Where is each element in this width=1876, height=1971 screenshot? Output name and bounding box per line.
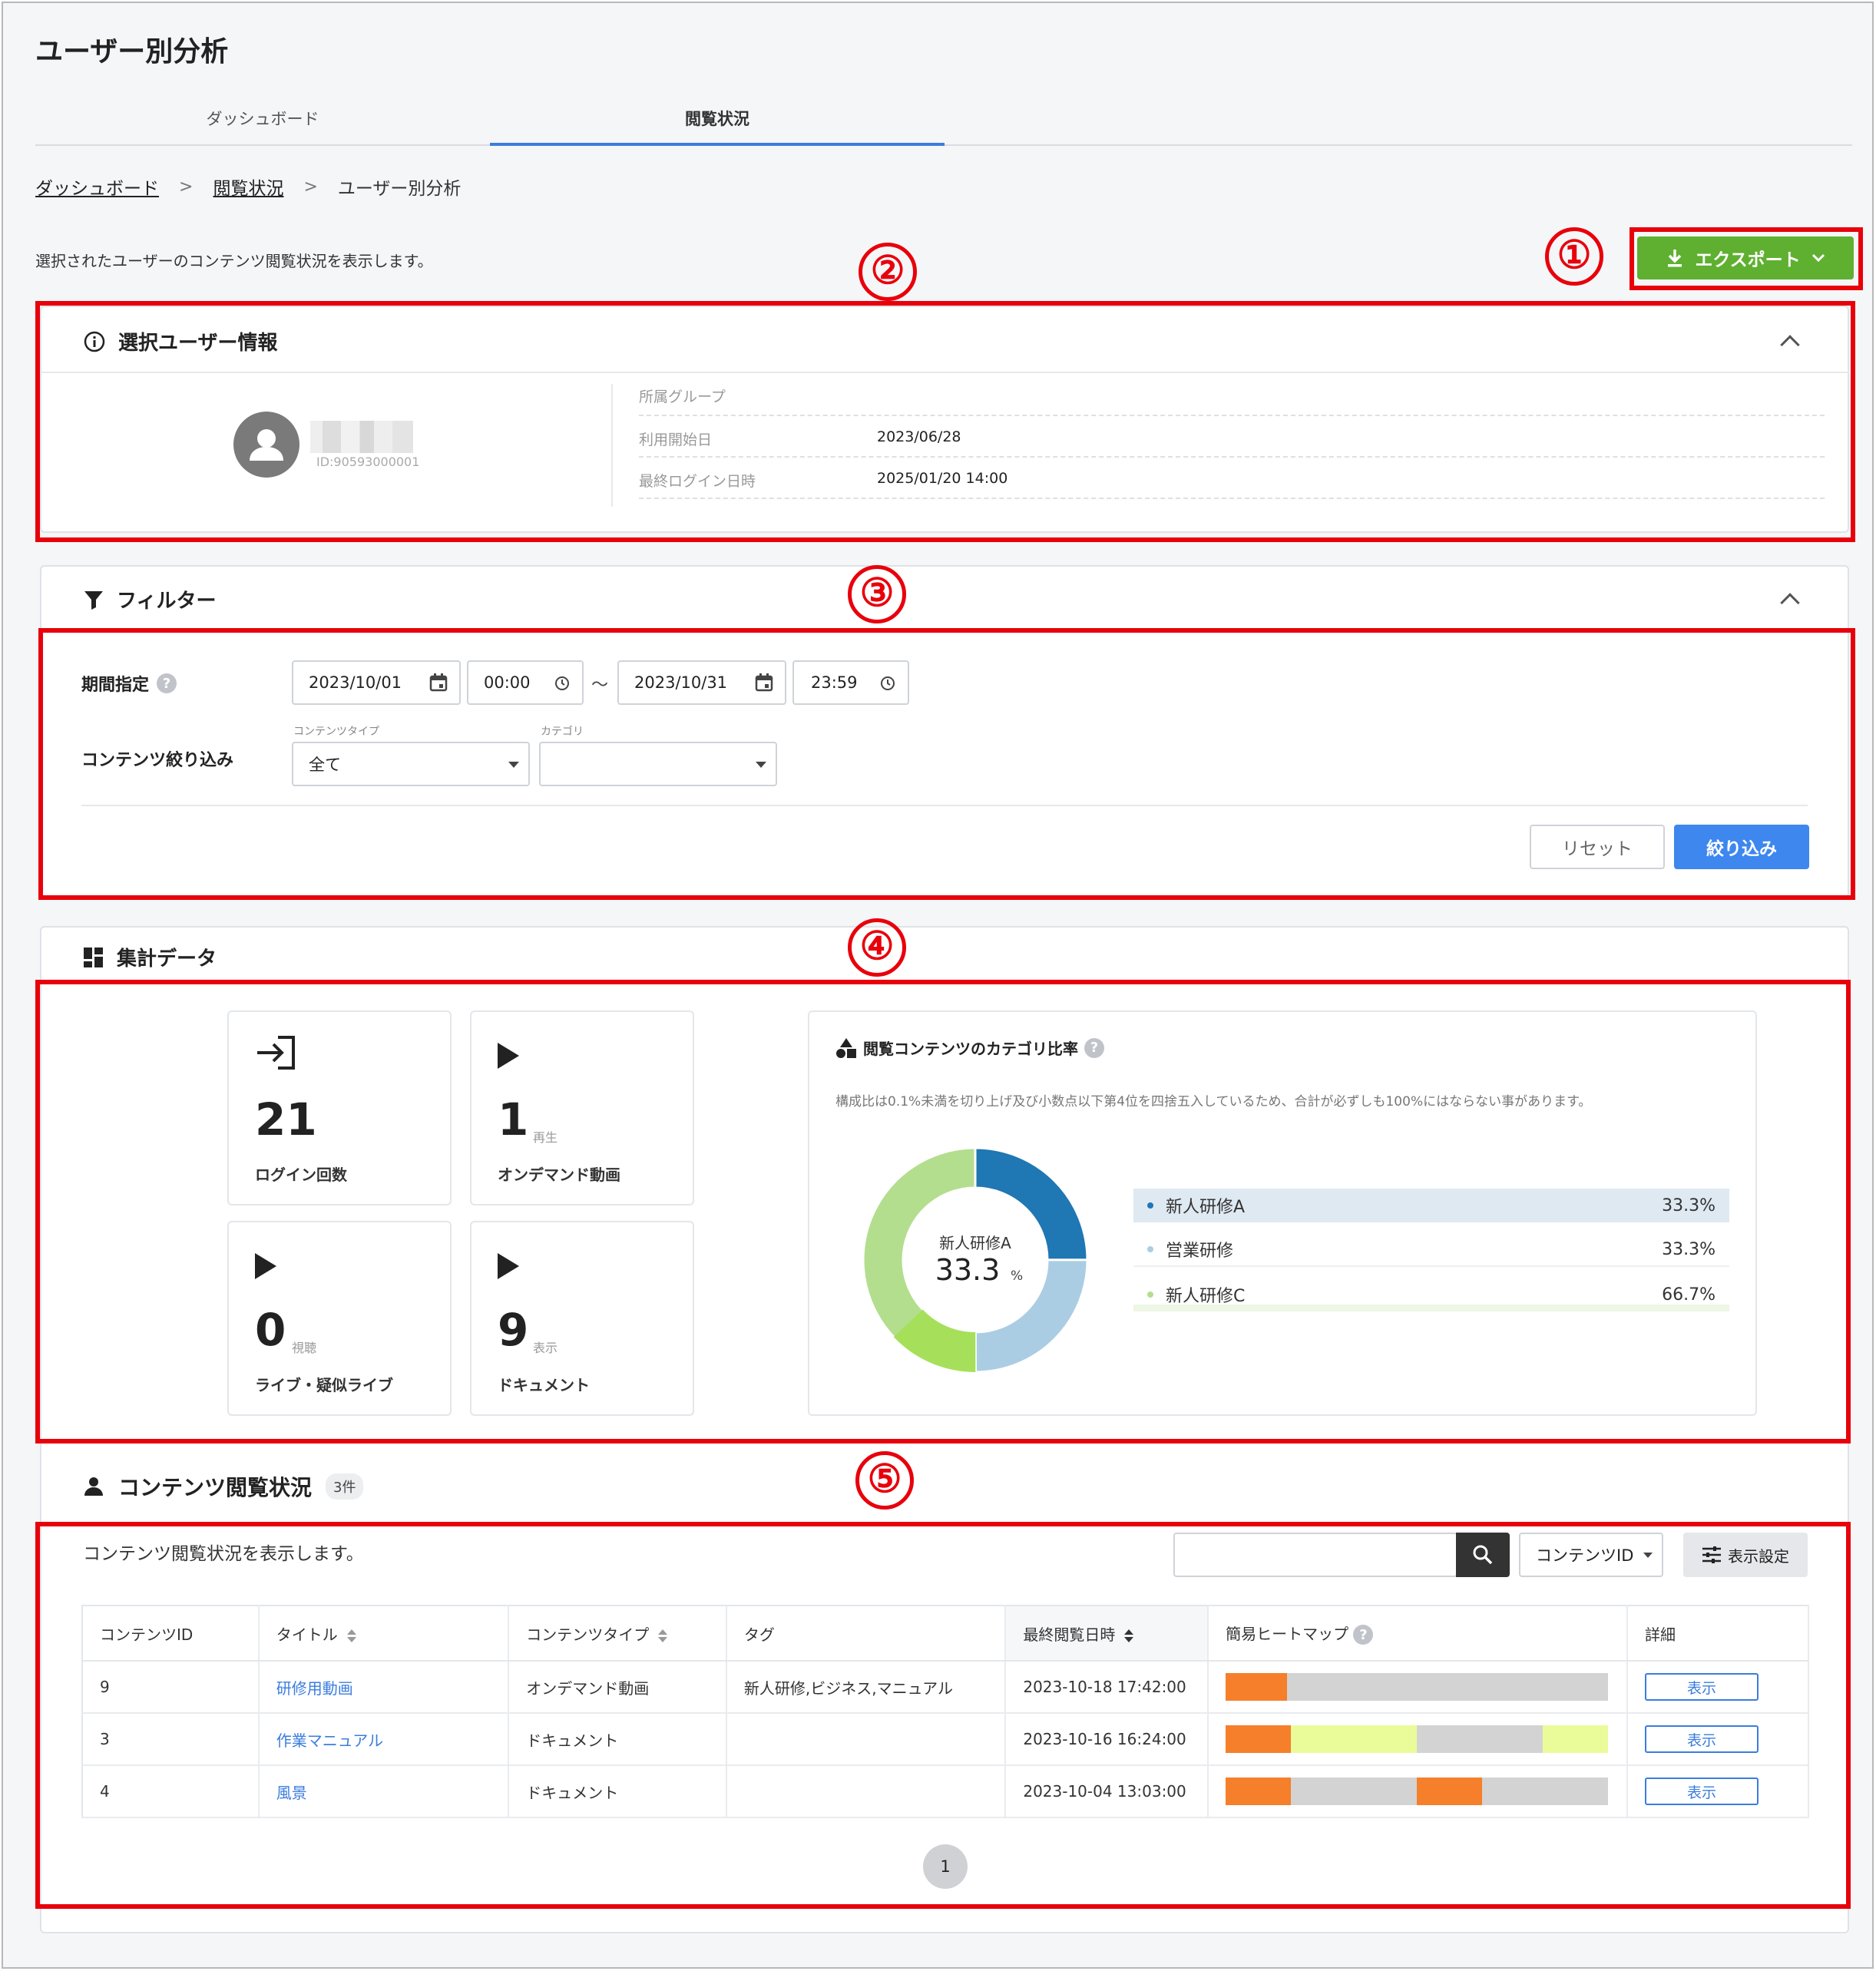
annotation-marker-1: ① <box>1545 227 1603 286</box>
breadcrumb: ダッシュボード > 閲覧状況 > ユーザー別分析 <box>35 174 461 200</box>
person-icon <box>84 1477 103 1496</box>
annotation-box-3 <box>38 628 1855 900</box>
summary-header: 集計データ <box>83 943 217 971</box>
annotation-box-5 <box>35 1522 1851 1909</box>
annotation-box-4 <box>35 980 1851 1444</box>
tab-bar: ダッシュボード 閲覧状況 <box>35 98 1852 146</box>
annotation-box-1 <box>1630 227 1863 290</box>
annotation-box-2 <box>35 301 1855 542</box>
annotation-marker-4: ④ <box>848 918 906 977</box>
breadcrumb-viewing-status[interactable]: 閲覧状況 <box>213 174 283 200</box>
page-title: ユーザー別分析 <box>35 36 229 68</box>
page-description: 選択されたユーザーのコンテンツ閲覧状況を表示します。 <box>35 252 433 270</box>
tab-dashboard[interactable]: ダッシュボード <box>35 98 490 146</box>
tab-viewing-status[interactable]: 閲覧状況 <box>490 98 945 146</box>
dashboard-icon <box>84 947 103 967</box>
filter-title: フィルター <box>117 590 217 613</box>
content-count-badge: 3件 <box>326 1473 364 1500</box>
annotation-marker-2: ② <box>859 243 917 301</box>
breadcrumb-separator: > <box>179 177 194 197</box>
filter-icon <box>84 590 103 610</box>
annotation-marker-3: ③ <box>848 565 906 623</box>
summary-title: 集計データ <box>117 947 217 971</box>
content-status-title: コンテンツ閲覧状況 <box>118 1475 313 1500</box>
content-status-header: コンテンツ閲覧状況 3件 <box>83 1471 364 1502</box>
filter-header: フィルター <box>83 585 216 613</box>
annotation-marker-5: ⑤ <box>855 1451 914 1510</box>
breadcrumb-separator: > <box>303 177 318 197</box>
breadcrumb-dashboard[interactable]: ダッシュボード <box>35 174 159 200</box>
breadcrumb-current: ユーザー別分析 <box>337 179 462 199</box>
